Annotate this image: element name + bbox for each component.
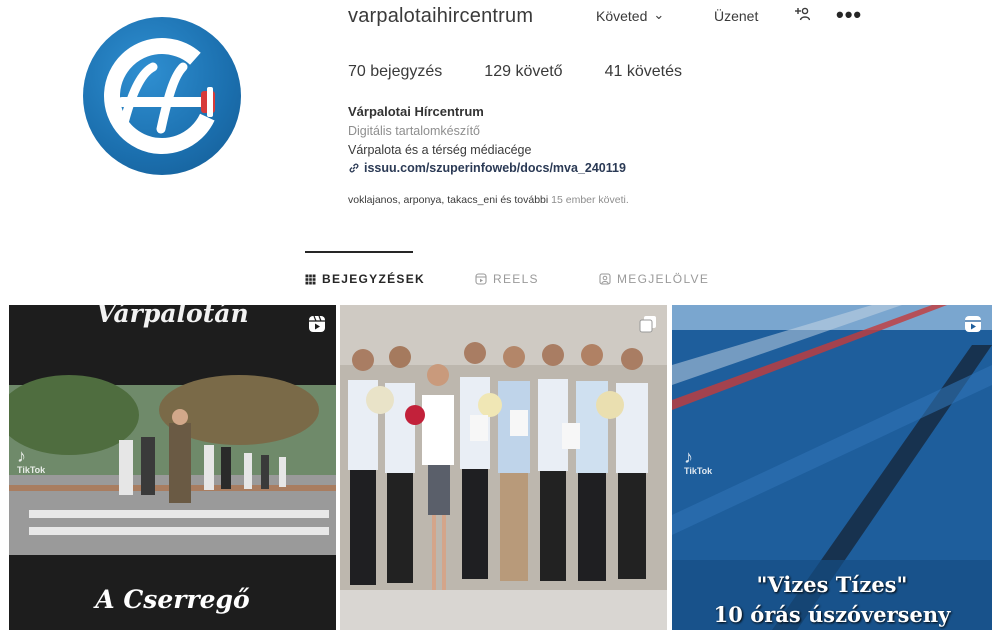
reel-type-icon xyxy=(964,315,982,338)
tab-reels[interactable]: REELS xyxy=(475,272,539,286)
post-3-caption-line2: 10 órás úszóverseny xyxy=(713,602,951,627)
add-user-icon xyxy=(795,7,810,21)
tiktok-watermark: ♪ TikTok xyxy=(17,447,45,475)
message-button[interactable]: Üzenet xyxy=(714,8,758,24)
tagged-icon xyxy=(599,273,611,285)
reel-type-icon xyxy=(308,315,326,338)
post-thumbnail-vizes-tizes[interactable]: ♪ TikTok "Vizes Tízes" 10 órás úszóverse… xyxy=(672,305,992,630)
active-tab-indicator xyxy=(305,251,413,253)
post-1-top-caption: Várpalotán xyxy=(96,305,249,328)
chevron-down-icon: ⌄ xyxy=(653,7,665,22)
bio-link-text: issuu.com/szuperinfoweb/docs/mva_240119 xyxy=(364,161,626,175)
tiktok-icon: ♪ xyxy=(684,447,693,467)
profile-stats: 70 bejegyzés 129 követő 41 követés xyxy=(348,63,724,81)
following-count[interactable]: 41 követés xyxy=(605,63,682,81)
posts-count: 70 bejegyzés xyxy=(348,63,443,80)
following-button[interactable]: Követed ⌄ xyxy=(596,7,665,24)
bio-category: Digitális tartalomkészítő xyxy=(348,124,480,138)
followers-count[interactable]: 129 követő xyxy=(484,63,562,81)
link-icon xyxy=(349,163,359,173)
bio-name: Várpalotai Hírcentrum xyxy=(348,104,484,119)
grid-icon xyxy=(305,274,316,284)
tiktok-watermark-label: TikTok xyxy=(684,466,713,476)
add-user-button[interactable] xyxy=(794,7,810,21)
more-options-button[interactable]: ••• xyxy=(836,2,862,28)
hircentrum-logo xyxy=(104,38,220,154)
tab-posts-label: BEJEGYZÉSEK xyxy=(322,272,425,286)
tab-posts[interactable]: BEJEGYZÉSEK xyxy=(305,272,425,286)
profile-username: varpalotaihircentrum xyxy=(348,5,534,27)
post-thumbnail-group-photo[interactable] xyxy=(340,305,667,630)
reels-icon xyxy=(475,273,487,285)
tab-reels-label: REELS xyxy=(493,272,539,286)
followed-by[interactable]: voklajanos, arponya, takacs_eni és továb… xyxy=(348,194,629,206)
more-options-icon: ••• xyxy=(836,2,863,27)
followed-by-names: voklajanos, arponya, takacs_eni és továb… xyxy=(348,194,549,206)
tiktok-icon: ♪ xyxy=(17,446,26,466)
post-1-bottom-caption: A Cserregő xyxy=(95,585,250,614)
post-3-caption-line1: "Vizes Tízes" xyxy=(756,572,908,597)
profile-avatar[interactable] xyxy=(83,17,241,175)
tiktok-watermark-label: TikTok xyxy=(17,465,46,475)
post-thumbnail-cserrego[interactable]: Várpalotán A Cserregő ♪ TikTok xyxy=(9,305,336,630)
post-image-award-ceremony xyxy=(340,305,667,630)
bio-link[interactable]: issuu.com/szuperinfoweb/docs/mva_240119 xyxy=(348,161,626,175)
bio-description: Várpalota és a térség médiacége xyxy=(348,143,532,157)
following-label: Követed xyxy=(596,8,648,24)
tab-tagged-label: MEGJELÖLVE xyxy=(617,272,710,286)
tiktok-watermark: ♪ TikTok xyxy=(684,448,712,476)
tab-tagged[interactable]: MEGJELÖLVE xyxy=(599,272,709,286)
followed-by-rest: 15 ember követi. xyxy=(551,194,629,206)
post-image-street-parade xyxy=(9,305,336,630)
carousel-type-icon xyxy=(639,315,657,338)
